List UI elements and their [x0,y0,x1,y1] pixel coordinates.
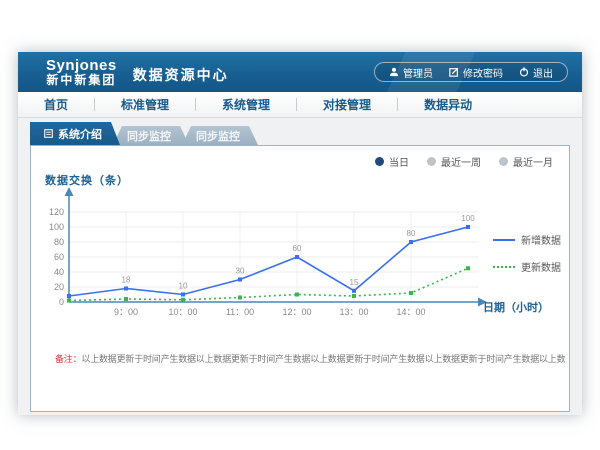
svg-text:100: 100 [461,214,475,223]
chart-panel: 当日 最近一周 最近一月 数据交换（条） 0204060801001209：00… [30,145,570,412]
person-icon [389,67,399,77]
legend-label: 新增数据 [521,232,561,247]
legend-item-updated-data: 更新数据 [493,259,561,274]
nav-item-data-change[interactable]: 数据异动 [398,96,498,113]
tab-sync-monitor-2[interactable]: 同步监控 [182,126,258,145]
footnote-text: 以上数据更新于时间产生数据以上数据更新于时间产生数据以上数据更新于时间产生数据以… [81,354,565,364]
document-icon [44,129,53,138]
svg-text:80: 80 [54,237,64,247]
svg-text:11：00: 11：00 [226,307,254,317]
tab-label: 同步监控 [127,128,171,144]
svg-text:60: 60 [54,252,64,262]
tab-sync-monitor-1[interactable]: 同步监控 [113,126,189,145]
change-password-label: 修改密码 [463,65,503,80]
change-password-button[interactable]: 修改密码 [449,65,503,80]
svg-text:0: 0 [59,297,64,307]
tab-system-intro[interactable]: 系统介绍 [30,122,120,145]
app-header: Synjones 新中新集团 数据资源中心 管理员 修改密码 退出 [18,52,582,92]
logout-button[interactable]: 退出 [519,65,553,80]
footnote-label: 备注： [55,354,81,364]
user-toolbar: 管理员 修改密码 退出 [374,62,568,82]
app-title: 数据资源中心 [133,59,229,85]
svg-text:20: 20 [54,282,64,292]
current-user-label: 管理员 [403,65,433,80]
edit-icon [449,67,459,77]
company-logo: Synjones 新中新集团 [46,58,117,86]
tab-label: 同步监控 [196,128,240,144]
filter-last-month[interactable]: 最近一月 [499,154,553,169]
svg-text:9：00: 9：00 [114,307,138,317]
svg-text:80: 80 [407,229,416,238]
filter-label: 最近一月 [513,154,553,169]
nav-item-home[interactable]: 首页 [18,96,94,113]
filter-label: 最近一周 [441,154,481,169]
svg-text:12：00: 12：00 [282,307,311,317]
svg-text:100: 100 [49,222,64,232]
svg-text:14：00: 14：00 [396,307,425,317]
solid-line-icon [493,239,515,241]
radio-dot-icon [499,157,508,166]
svg-text:15: 15 [350,278,359,287]
svg-text:10：00: 10：00 [168,307,197,317]
legend-item-new-data: 新增数据 [493,232,561,247]
svg-text:30: 30 [236,267,245,276]
logout-label: 退出 [533,65,553,80]
filter-last-week[interactable]: 最近一周 [427,154,481,169]
chart-legend: 新增数据 更新数据 [493,232,561,274]
svg-text:40: 40 [54,267,64,277]
svg-text:120: 120 [49,207,64,217]
main-nav: 首页 标准管理 系统管理 对接管理 数据异动 [18,92,582,118]
radio-dot-icon [375,157,384,166]
tab-bar: 系统介绍 同步监控 同步监控 [30,122,258,145]
footnote: 备注：以上数据更新于时间产生数据以上数据更新于时间产生数据以上数据更新于时间产生… [55,352,565,365]
dotted-line-icon [493,266,515,268]
tab-label: 系统介绍 [58,126,102,142]
filter-today[interactable]: 当日 [375,154,409,169]
nav-item-integration[interactable]: 对接管理 [297,96,397,113]
nav-item-standards[interactable]: 标准管理 [95,96,195,113]
nav-item-system[interactable]: 系统管理 [196,96,296,113]
logo-text-cn: 新中新集团 [46,74,117,87]
svg-text:13：00: 13：00 [339,307,368,317]
time-range-filter: 当日 最近一周 最近一月 [375,154,553,169]
content-area: 系统介绍 同步监控 同步监控 当日 最近一周 [18,118,582,415]
filter-label: 当日 [389,154,409,169]
logo-text-en: Synjones [46,58,117,74]
legend-label: 更新数据 [521,259,561,274]
power-icon [519,67,529,77]
radio-dot-icon [427,157,436,166]
x-axis-title: 日期（小时） [483,299,549,315]
app-window: Synjones 新中新集团 数据资源中心 管理员 修改密码 退出 首页 标准管… [18,52,582,415]
svg-text:10: 10 [179,282,188,291]
svg-text:60: 60 [293,244,302,253]
line-chart: 0 20 40 60 80 100 120 9：00 10：00 11：00 12：00 13：00 1… [43,181,491,321]
current-user-button[interactable]: 管理员 [389,65,433,80]
svg-text:18: 18 [122,276,131,285]
